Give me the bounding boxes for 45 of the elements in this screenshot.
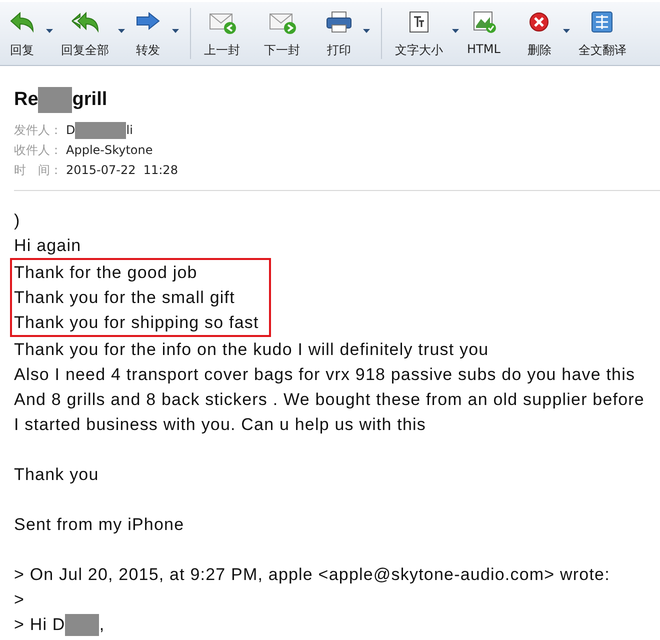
- subject-text: grill: [72, 89, 108, 111]
- redaction-block: [75, 122, 126, 138]
- message-line: ): [14, 210, 20, 232]
- dropdown-caret-icon[interactable]: [452, 29, 458, 33]
- dropdown-caret-icon[interactable]: [172, 29, 178, 33]
- dropdown-caret-icon[interactable]: [362, 29, 370, 33]
- reply-all-button[interactable]: 回复全部: [56, 2, 114, 64]
- message-line: Sent from my iPhone: [14, 514, 184, 536]
- message-line: > On Jul 20, 2015, at 9:27 PM, apple <apple@skytone-audio.com> wrote:: [14, 564, 610, 586]
- text-size-button[interactable]: 文字大小: [390, 2, 448, 64]
- message-line: Also I need 4 transport cover bags for vrx 918 passive subs do you have this: [14, 364, 636, 386]
- message-line: ,: [99, 614, 105, 636]
- html-button[interactable]: HTML: [462, 2, 506, 64]
- dropdown-caret-icon[interactable]: [562, 29, 570, 33]
- message-line: And 8 grills and 8 back stickers . We bought these from an old supplier before: [14, 389, 644, 411]
- field-label: 收件人：: [14, 142, 63, 158]
- previous-button[interactable]: 上一封: [199, 2, 245, 64]
- subject-text: Re: [14, 89, 38, 111]
- dropdown-caret-icon[interactable]: [46, 29, 52, 33]
- printer-icon: [324, 10, 354, 34]
- field-value: li: [126, 123, 133, 137]
- message-line: Thank you for the info on the kudo I will definitely trust you: [14, 339, 489, 361]
- next-button[interactable]: 下一封: [259, 2, 305, 64]
- translate-button[interactable]: 全文翻译: [573, 2, 632, 64]
- message-line: Hi again: [14, 235, 82, 257]
- field-label: 发件人：: [14, 122, 63, 138]
- reply-button[interactable]: 回复: [2, 2, 42, 64]
- message-line: Thank you: [14, 464, 99, 486]
- message-line: >: [14, 589, 25, 611]
- forward-button[interactable]: 转发: [128, 2, 168, 64]
- dropdown-caret-icon[interactable]: [118, 29, 124, 33]
- message-line: Thank for the good job: [14, 262, 198, 284]
- delete-button[interactable]: 删除: [519, 2, 560, 64]
- print-button[interactable]: 打印: [319, 2, 359, 64]
- message-line: Thank you for shipping so fast: [14, 312, 259, 334]
- redaction-block: [65, 614, 100, 636]
- field-label: 时 间：: [14, 162, 63, 178]
- message-line: > Hi D: [14, 614, 66, 636]
- field-value: 2015-07-22 11:28: [66, 163, 178, 177]
- field-value: Apple-Skytone: [66, 143, 153, 157]
- message-line: Thank you for the small gift: [14, 287, 235, 309]
- reply-all-icon: [70, 10, 100, 34]
- message-line: I started business with you. Can u help us with this: [14, 414, 426, 436]
- field-value: D: [66, 123, 76, 137]
- redaction-block: [38, 87, 72, 113]
